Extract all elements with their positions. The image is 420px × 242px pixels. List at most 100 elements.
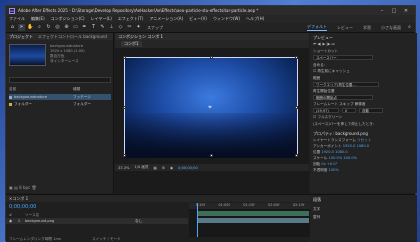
camera-tool-icon[interactable]: ◎ xyxy=(54,24,61,31)
app-window: Ae Adobe After Effects 2025 - D:\Storage… xyxy=(5,5,417,242)
shape-tool-icon[interactable]: ▭ xyxy=(72,24,79,31)
transform-handle[interactable] xyxy=(123,106,126,109)
character-label[interactable]: 文字 xyxy=(313,207,320,212)
bpc-label[interactable]: 8 bpc xyxy=(19,185,30,190)
workspace-small-screen[interactable]: 小さな画面 xyxy=(381,25,401,31)
fullscreen-checkbox[interactable]: ☐ フルスクリーン xyxy=(313,115,342,120)
property-value[interactable]: 100% xyxy=(329,168,339,172)
grid-icon[interactable]: ⊞ xyxy=(162,166,165,170)
workspace-learn[interactable]: 学習 xyxy=(363,25,371,31)
last-frame-icon[interactable]: ⏭ xyxy=(332,42,335,46)
eraser-tool-icon[interactable]: ◇ xyxy=(117,24,124,31)
transform-handle[interactable] xyxy=(210,154,213,157)
paragraph-panel: 段落 文字 整列 xyxy=(310,195,417,242)
menu-layer[interactable]: レイヤー(L) xyxy=(91,16,112,22)
frame-rate-select[interactable]: (29.97) xyxy=(313,108,339,113)
composition-viewer[interactable]: ⌖ xyxy=(123,56,298,158)
property-value[interactable]: 0x +0.0° xyxy=(321,162,337,166)
menu-file[interactable]: ファイル xyxy=(9,16,25,22)
close-icon[interactable]: ✕ xyxy=(400,8,412,14)
trash-icon[interactable]: 🗑 xyxy=(32,185,37,190)
maximize-icon[interactable]: □ xyxy=(388,8,400,14)
tab-composition[interactable]: コンポジション コンポ 1 xyxy=(118,34,163,40)
reset-link[interactable]: リセット xyxy=(357,138,371,142)
rotate-tool-icon[interactable]: ↻ xyxy=(45,24,52,31)
minimize-icon[interactable]: – xyxy=(376,8,388,14)
menu-view[interactable]: ビュー(V) xyxy=(189,16,207,22)
menu-animation[interactable]: アニメーション(A) xyxy=(149,16,183,22)
snap-label[interactable]: スナップ xyxy=(147,25,163,31)
label-swatch xyxy=(9,95,12,99)
shortcut-select[interactable]: スペースバー xyxy=(313,55,373,60)
layer-parent[interactable]: なし xyxy=(135,219,142,224)
stamp-tool-icon[interactable]: ⊥ xyxy=(108,24,115,31)
roto-tool-icon[interactable]: ✂ xyxy=(126,24,133,31)
project-row[interactable]: backgroundnature フッテージ xyxy=(9,94,111,100)
cache-checkbox[interactable]: ☐ 再生前にキャッシュ xyxy=(313,69,350,74)
cache-label: 再生前にキャッシュ xyxy=(317,69,350,73)
layer-duration-bar[interactable] xyxy=(197,218,309,223)
workspace-default[interactable]: デフォルト xyxy=(307,24,327,31)
viewer-timecode[interactable]: 0;00;00;00 xyxy=(178,166,198,170)
footage-clouds xyxy=(125,113,297,158)
property-value[interactable]: 1920.0 1080.0 xyxy=(321,150,347,154)
type-tool-icon[interactable]: T xyxy=(90,24,97,31)
quality-select[interactable]: 1/4 画質 xyxy=(134,165,148,170)
layer-row[interactable]: ◉ 1 background.png なし xyxy=(6,218,188,224)
property-row: 不透明度 100% xyxy=(313,168,339,173)
timeline-footer: フレームレンダリング時間 1ms スイッチ / モード xyxy=(9,237,121,242)
comp-subtab[interactable]: コンポ1 xyxy=(121,41,142,47)
current-time[interactable]: 0;00;00;00 xyxy=(9,204,36,210)
hand-tool-icon[interactable]: ✋ xyxy=(27,24,34,31)
tab-effect-controls[interactable]: エフェクトコントロール background xyxy=(38,34,107,40)
range-select[interactable]: ワークエリア(再生位置... xyxy=(313,82,379,87)
label-swatch xyxy=(9,102,12,106)
playhead[interactable] xyxy=(197,203,198,237)
properties-title: プロパティ: background.png xyxy=(313,131,368,136)
transform-handle[interactable] xyxy=(295,154,298,157)
tab-timeline-comp[interactable]: コンポ 1 xyxy=(12,196,28,202)
include-label: 含める: xyxy=(313,63,325,67)
transform-handle[interactable] xyxy=(210,56,213,59)
transform-handle[interactable] xyxy=(295,106,298,109)
brush-tool-icon[interactable]: ✎ xyxy=(99,24,106,31)
pen-tool-icon[interactable]: ✒ xyxy=(81,24,88,31)
time-ruler[interactable]: 0:15f 01:00f 01:15f 02:00f 02:15f xyxy=(189,203,311,209)
play-from-select[interactable]: 範囲の開始点 xyxy=(313,95,373,100)
transform-handle[interactable] xyxy=(295,56,298,59)
transform-handle[interactable] xyxy=(123,56,126,59)
zoom-tool-icon[interactable]: ⌕ xyxy=(36,24,43,31)
tab-project[interactable]: プロジェクト xyxy=(9,34,33,40)
puppet-tool-icon[interactable]: ✦ xyxy=(135,24,142,31)
paragraph-title: 段落 xyxy=(313,197,321,202)
camera-snapshot-icon[interactable]: ◉ xyxy=(170,166,173,170)
pan-behind-tool-icon[interactable]: ⊕ xyxy=(63,24,70,31)
menu-help[interactable]: ヘルプ(H) xyxy=(246,16,264,22)
skip-select[interactable]: 0 xyxy=(342,108,356,113)
project-search-input[interactable] xyxy=(9,77,111,83)
work-area-bar[interactable] xyxy=(197,211,309,216)
home-icon[interactable]: ⌂ xyxy=(9,24,16,31)
property-value[interactable]: 100.0% 100.0% xyxy=(329,156,358,160)
zoom-select[interactable]: 33.3% xyxy=(118,166,129,170)
project-columns: 名前 種類 xyxy=(9,87,111,93)
align-label[interactable]: 整列 xyxy=(313,215,320,220)
menu-effect[interactable]: エフェクト(T) xyxy=(118,16,144,22)
selection-tool-icon[interactable]: ➤ xyxy=(18,24,25,31)
column-name[interactable]: 名前 xyxy=(9,87,73,93)
anchor-point-icon[interactable]: ⌖ xyxy=(208,103,212,112)
workspace-review[interactable]: レビュー xyxy=(337,25,353,31)
region-icon[interactable]: ▦ xyxy=(154,166,157,170)
menu-window[interactable]: ウィンドウ(W) xyxy=(213,16,240,22)
property-value[interactable]: 1920.0 1080.0 xyxy=(343,144,369,148)
project-row[interactable]: フォルダー フォルダー xyxy=(9,101,111,107)
resolution-select[interactable]: 自動 xyxy=(359,108,383,113)
menu-edit[interactable]: 編集(E) xyxy=(31,16,45,22)
search-icon[interactable]: ⌕ xyxy=(406,24,413,31)
menu-composition[interactable]: コンポジション(C) xyxy=(51,16,85,22)
layer-index-header: # xyxy=(9,213,13,217)
timeline-track-area[interactable]: 0:15f 01:00f 01:15f 02:00f 02:15f xyxy=(189,203,311,237)
column-type[interactable]: 種類 xyxy=(73,87,80,93)
transform-handle[interactable] xyxy=(123,154,126,157)
switch-mode-toggle[interactable]: スイッチ / モード xyxy=(92,237,121,241)
